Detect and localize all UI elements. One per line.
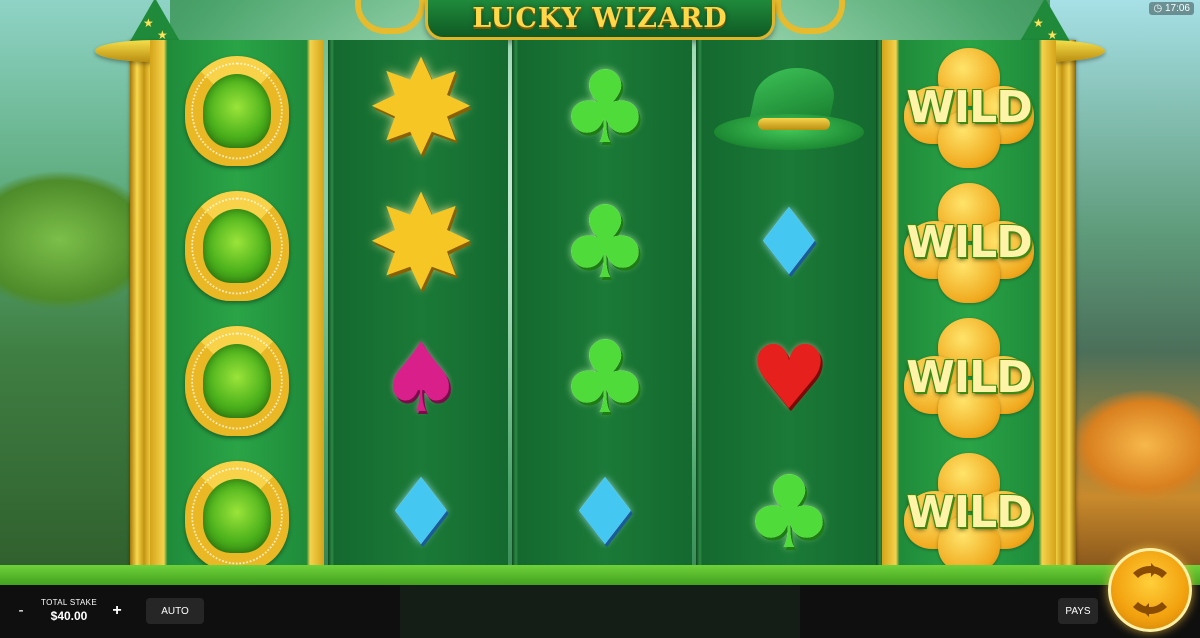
club-icon: ♣	[560, 48, 650, 166]
symbol-club: ♣	[518, 40, 692, 175]
horseshoe-icon	[177, 183, 297, 308]
wizard-hat-icon	[714, 58, 864, 158]
symbol-horseshoe	[150, 43, 324, 178]
total-stake-label: TOTAL STAKE	[41, 598, 97, 607]
clock-time: 17:06	[1164, 3, 1190, 14]
wild-label: WILD	[906, 487, 1032, 538]
heart-icon: ♥	[749, 325, 829, 429]
club-icon: ♣	[560, 318, 650, 436]
reel-3: ♣ ♣ ♣ ♦	[518, 40, 692, 580]
reel-5: WILD WILD WILD WILD	[882, 40, 1056, 580]
total-stake-display: TOTAL STAKE $40.00	[36, 598, 102, 628]
symbol-club: ♣	[518, 175, 692, 310]
reel-4: ♦ ♥ ♣	[702, 40, 876, 580]
club-icon: ♣	[560, 183, 650, 301]
horseshoe-icon	[177, 318, 297, 443]
horseshoe-icon	[177, 48, 297, 173]
grass-strip	[0, 565, 1200, 587]
clock: ◷ 17:06	[1149, 2, 1194, 15]
control-bar-center	[400, 585, 800, 638]
paytable-button[interactable]: PAYS	[1058, 598, 1098, 624]
gold-star-icon: ✸	[366, 166, 476, 319]
symbol-diamond: ♦	[518, 445, 692, 580]
symbol-spade: ♠	[334, 310, 508, 445]
wild-clover-icon: WILD	[889, 45, 1049, 170]
horseshoe-icon	[177, 453, 297, 578]
decrease-stake-button[interactable]: -	[8, 598, 34, 624]
symbol-heart: ♥	[702, 310, 876, 445]
game-title: LUCKY WIZARD	[472, 3, 728, 34]
diamond-icon: ♦	[379, 458, 463, 566]
wild-label: WILD	[906, 217, 1032, 268]
reel-grid: ✸ ✸ ♠ ♦ ♣ ♣ ♣ ♦ ♦ ♥ ♣ WILD WILD WILD WIL…	[150, 40, 1060, 580]
club-icon: ♣	[744, 453, 834, 571]
gold-scroll-left	[355, 0, 425, 34]
reel-2: ✸ ✸ ♠ ♦	[334, 40, 508, 580]
gold-scroll-right	[775, 0, 845, 34]
wild-label: WILD	[906, 82, 1032, 133]
reel-1	[150, 40, 324, 580]
gold-star-icon: ✸	[366, 40, 476, 184]
diamond-icon: ♦	[563, 458, 647, 566]
game-title-plate: LUCKY WIZARD	[425, 0, 775, 40]
symbol-wild: WILD	[882, 310, 1056, 445]
symbol-gold-star: ✸	[334, 40, 508, 175]
increase-stake-button[interactable]: +	[104, 598, 130, 624]
symbol-club: ♣	[518, 310, 692, 445]
symbol-diamond: ♦	[702, 175, 876, 310]
symbol-diamond: ♦	[334, 445, 508, 580]
symbol-horseshoe	[150, 313, 324, 448]
wild-label: WILD	[906, 352, 1032, 403]
symbol-wizard-hat	[702, 40, 876, 175]
symbol-wild: WILD	[882, 445, 1056, 580]
diamond-icon: ♦	[747, 188, 831, 296]
symbol-club: ♣	[702, 445, 876, 580]
wild-clover-icon: WILD	[889, 315, 1049, 440]
symbol-horseshoe	[150, 448, 324, 580]
symbol-horseshoe	[150, 178, 324, 313]
wild-clover-icon: WILD	[889, 180, 1049, 305]
spin-button[interactable]	[1108, 548, 1192, 632]
symbol-wild: WILD	[882, 40, 1056, 175]
total-stake-value: $40.00	[50, 609, 88, 623]
spade-icon: ♠	[377, 321, 465, 434]
autoplay-button[interactable]: AUTO	[146, 598, 204, 624]
refresh-arrows-icon	[1126, 563, 1174, 617]
symbol-gold-star: ✸	[334, 175, 508, 310]
wild-clover-icon: WILD	[889, 450, 1049, 575]
symbol-wild: WILD	[882, 175, 1056, 310]
